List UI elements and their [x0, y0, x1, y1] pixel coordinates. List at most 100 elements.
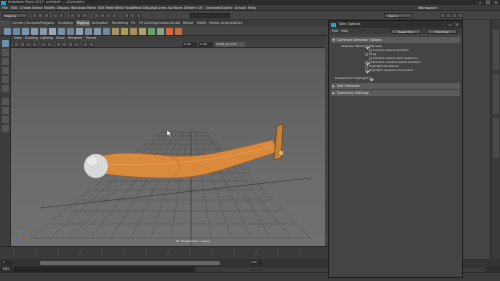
ik-handle-icon[interactable]: [40, 27, 47, 35]
perspective-viewport[interactable]: [11, 48, 325, 246]
channel-box-icon[interactable]: [458, 13, 463, 18]
command-input[interactable]: [14, 267, 194, 272]
expand-arrow-icon: ▶: [332, 91, 335, 95]
lattice-icon[interactable]: [76, 27, 83, 35]
hik-icon[interactable]: [166, 27, 173, 35]
highlight-nearest-checkbox[interactable]: [365, 68, 368, 72]
set-driven-key-icon[interactable]: [157, 27, 164, 35]
wireframe-icon[interactable]: [56, 42, 61, 47]
select-hierarchy-icon[interactable]: [70, 13, 75, 18]
parent-constraint-icon[interactable]: [139, 27, 146, 35]
dialog-close-button[interactable]: [454, 22, 460, 27]
redo-icon[interactable]: [59, 13, 64, 18]
soft-selection-section[interactable]: ▶ Soft Selection: [331, 83, 460, 89]
single-view-icon[interactable]: [2, 98, 9, 105]
gamma-field[interactable]: 0.00: [183, 42, 197, 47]
select-tool-icon[interactable]: [2, 40, 9, 47]
symmetry-settings-section[interactable]: ▶ Symmetry Settings: [331, 90, 460, 96]
channel-box-tab[interactable]: [493, 74, 499, 114]
collapse-arrow-icon: ▼: [332, 38, 335, 42]
lights-icon[interactable]: [74, 42, 79, 47]
start-frame-field[interactable]: 1: [2, 260, 12, 265]
drag-checkbox[interactable]: [365, 52, 368, 56]
select-object-icon[interactable]: [76, 13, 81, 18]
menuset-dropdown[interactable]: Rigging: [2, 13, 28, 18]
lasso-tool-icon[interactable]: [2, 49, 9, 56]
render-icon[interactable]: [124, 13, 129, 18]
bind-skin-icon[interactable]: [85, 27, 92, 35]
save-scene-icon[interactable]: [44, 13, 49, 18]
pole-vector-icon[interactable]: [148, 27, 155, 35]
modeling-toolkit-tab[interactable]: [493, 118, 499, 158]
hand-mesh[interactable]: [273, 123, 284, 161]
attribute-editor-tab[interactable]: [493, 30, 499, 70]
open-scene-icon[interactable]: [38, 13, 43, 18]
selection-mode-label: Selection Mode:: [341, 44, 365, 48]
render-settings-icon[interactable]: [136, 13, 141, 18]
joint-tool-icon[interactable]: [4, 27, 11, 35]
film-gate-icon[interactable]: [47, 42, 52, 47]
new-scene-icon[interactable]: [32, 13, 37, 18]
highlight-backfaces-checkbox[interactable]: [365, 64, 368, 68]
camera-attr-icon[interactable]: [20, 42, 25, 47]
range-bar[interactable]: [40, 260, 220, 265]
dialog-title-bar[interactable]: Skin Options: [329, 21, 462, 28]
attribute-editor-icon[interactable]: [446, 13, 451, 18]
smooth-shade-icon[interactable]: [62, 42, 67, 47]
modeling-toolkit-icon[interactable]: [440, 13, 445, 18]
outliner-layout-icon[interactable]: [2, 116, 9, 123]
move-tool-icon[interactable]: [2, 67, 9, 74]
preselection-highlight-checkbox[interactable]: [369, 76, 372, 80]
tool-help-button[interactable]: Tool Help: [427, 29, 457, 34]
marquee-checkbox[interactable]: [365, 44, 368, 48]
colorspace-dropdown[interactable]: sRGB gamma: [215, 42, 245, 47]
four-view-icon[interactable]: [2, 107, 9, 114]
exposure-field[interactable]: 1.00: [199, 42, 213, 47]
point-constraint-icon[interactable]: [112, 27, 119, 35]
bookmark-icon[interactable]: [26, 42, 31, 47]
paint-weights-icon[interactable]: [94, 27, 101, 35]
auto-camera-selection-checkbox[interactable]: [365, 60, 368, 64]
scale-tool-icon[interactable]: [2, 85, 9, 92]
reset-tool-button[interactable]: Reset Tool: [391, 29, 421, 34]
insert-joint-icon[interactable]: [13, 27, 20, 35]
aim-constraint-icon[interactable]: [121, 27, 128, 35]
tool-settings-icon[interactable]: [452, 13, 457, 18]
ik-spline-icon[interactable]: [49, 27, 56, 35]
shoulder-sphere[interactable]: [83, 153, 109, 179]
sign-in-button[interactable]: Sign In: [384, 13, 412, 18]
snap-grid-icon[interactable]: [94, 13, 99, 18]
quick-select-field[interactable]: [190, 13, 230, 18]
camera-select-icon[interactable]: [14, 42, 19, 47]
isolate-icon[interactable]: [89, 42, 94, 47]
textured-icon[interactable]: [68, 42, 73, 47]
dialog-menu-help[interactable]: Help: [341, 28, 348, 34]
ipr-render-icon[interactable]: [130, 13, 135, 18]
paint-select-icon[interactable]: [2, 58, 9, 65]
dialog-menu-edit[interactable]: Edit: [332, 28, 338, 34]
orient-constraint-icon[interactable]: [130, 27, 137, 35]
undo-icon[interactable]: [53, 13, 58, 18]
quick-rig-icon[interactable]: [175, 27, 182, 35]
snap-curve-icon[interactable]: [100, 13, 105, 18]
orient-joint-icon[interactable]: [31, 27, 38, 35]
xray-icon[interactable]: [83, 42, 88, 47]
common-selection-section[interactable]: ▼ Common Selection Options: [331, 37, 460, 43]
locator-icon[interactable]: [58, 27, 65, 35]
end-frame-field[interactable]: 120: [250, 260, 262, 265]
blend-shape-icon[interactable]: [103, 27, 110, 35]
select-component-icon[interactable]: [82, 13, 87, 18]
snap-plane-icon[interactable]: [112, 13, 117, 18]
snap-point-icon[interactable]: [106, 13, 111, 18]
dialog-minimize-button[interactable]: [447, 22, 453, 27]
graph-layout-icon[interactable]: [2, 125, 9, 132]
status-line: Rigging Sign In: [0, 11, 500, 20]
mirror-joint-icon[interactable]: [22, 27, 29, 35]
script-language-label[interactable]: MEL: [3, 266, 10, 273]
side-tab-strip: [490, 20, 500, 259]
image-plane-icon[interactable]: [32, 42, 37, 47]
rotate-tool-icon[interactable]: [2, 76, 9, 83]
cluster-icon[interactable]: [67, 27, 74, 35]
grid-toggle-icon[interactable]: [41, 42, 46, 47]
time-slider[interactable]: [0, 246, 330, 259]
